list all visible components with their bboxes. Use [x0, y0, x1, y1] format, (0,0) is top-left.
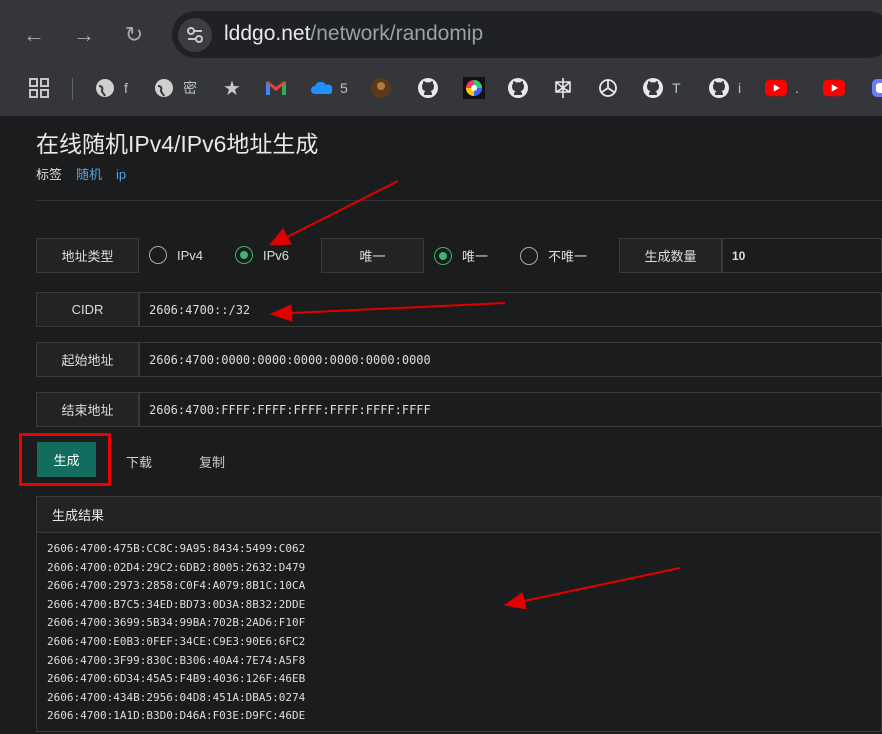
- radio-ipv6-indicator[interactable]: [235, 246, 253, 264]
- color-wheel-icon: [463, 77, 485, 99]
- gmail-icon: [265, 77, 287, 99]
- star-icon: ★: [223, 77, 241, 100]
- result-line: 2606:4700:6D34:45A5:F4B9:4036:126F:46EB: [47, 672, 306, 686]
- bookmark-item[interactable]: 密: [153, 76, 197, 100]
- result-line: 2606:4700:475B:CC8C:9A95:8434:5499:C062: [47, 542, 306, 555]
- bookmark-item[interactable]: ★: [221, 76, 243, 100]
- bookmark-label: f: [124, 80, 128, 96]
- bookmark-item[interactable]: [463, 76, 485, 100]
- page-content: 在线随机IPv4/IPv6地址生成 标签 随机 ip 地址类型 IPv4 IPv6 …: [0, 116, 882, 734]
- end-address-label: 结束地址: [36, 392, 139, 427]
- apps-grid-icon[interactable]: [28, 76, 50, 100]
- bookmark-item[interactable]: i: [708, 76, 741, 100]
- result-line: 2606:4700:E0B3:0FEF:34CE:C9E3:90E6:6FC2: [47, 634, 306, 648]
- radio-ipv4[interactable]: IPv4: [149, 246, 203, 264]
- app-icon: [868, 77, 882, 99]
- radio-not-unique[interactable]: 不唯一: [520, 246, 587, 265]
- radio-not-unique-indicator[interactable]: [520, 246, 538, 265]
- start-address-field[interactable]: 2606:4700:0000:0000:0000:0000:0000:0000: [139, 342, 882, 377]
- radio-ipv6[interactable]: IPv6: [235, 246, 289, 264]
- perplexity-icon: [552, 77, 574, 99]
- openai-icon: [597, 77, 619, 99]
- globe-icon: [94, 77, 116, 99]
- globe-icon: [153, 77, 175, 99]
- avatar-icon: [370, 77, 392, 99]
- results-panel: 生成结果 2606:4700:475B:CC8C:9A95:8434:5499:…: [36, 496, 882, 732]
- bookmark-item[interactable]: [370, 76, 392, 100]
- bookmark-label: 密: [183, 80, 197, 96]
- count-label: 生成数量: [619, 238, 722, 273]
- forward-arrow-icon[interactable]: →: [71, 22, 97, 48]
- result-line: 2606:4700:3699:5B34:99BA:702B:2AD6:F10F: [47, 616, 306, 630]
- radio-ipv6-label: IPv6: [263, 247, 290, 263]
- tags-label: 标签: [36, 167, 63, 182]
- radio-ipv4-indicator[interactable]: [149, 246, 167, 264]
- tag-link-random[interactable]: 随机: [76, 167, 102, 182]
- url-text: lddgo.net/network/randomip: [224, 22, 483, 46]
- onedrive-icon: [310, 77, 332, 99]
- radio-unique[interactable]: 唯一: [434, 246, 488, 265]
- tags-row: 标签 随机 ip: [36, 164, 126, 183]
- bookmark-item[interactable]: [507, 76, 529, 100]
- count-input[interactable]: 10: [722, 238, 882, 273]
- cidr-input[interactable]: 2606:4700::/32: [139, 292, 882, 327]
- radio-unique-label: 唯一: [462, 249, 489, 264]
- bookmark-item[interactable]: [265, 76, 287, 100]
- bookmark-item[interactable]: [597, 76, 619, 100]
- unique-label: 唯一: [321, 238, 424, 273]
- github-icon: [417, 77, 439, 99]
- youtube-icon: [823, 77, 845, 99]
- result-line: 2606:4700:B7C5:34ED:BD73:0D3A:8B32:2DDE: [47, 597, 306, 611]
- browser-chrome: ← → ↻ lddgo.net/network/randomip f 密 ★ 5…: [0, 0, 882, 116]
- bookmarks-divider: [72, 78, 73, 100]
- bookmark-item[interactable]: .: [765, 76, 799, 100]
- cidr-label: CIDR: [36, 292, 139, 327]
- result-line: 2606:4700:02D4:29C2:6DB2:8005:2632:D479: [47, 560, 306, 574]
- bookmarks-bar: f 密 ★ 5 T i .: [0, 68, 882, 108]
- github-icon: [507, 77, 529, 99]
- url-path: /network/randomip: [310, 22, 484, 45]
- result-line: 2606:4700:434B:2956:04D8:451A:DBA5:0274: [47, 690, 306, 704]
- address-type-label: 地址类型: [36, 238, 139, 273]
- bookmark-item[interactable]: 5: [310, 76, 348, 100]
- back-arrow-icon[interactable]: ←: [21, 22, 47, 48]
- end-address-field[interactable]: 2606:4700:FFFF:FFFF:FFFF:FFFF:FFFF:FFFF: [139, 392, 882, 427]
- tag-link-ip[interactable]: ip: [116, 167, 126, 182]
- copy-button[interactable]: 复制: [199, 452, 225, 471]
- radio-not-unique-label: 不唯一: [548, 249, 588, 264]
- bookmark-label: T: [672, 80, 681, 96]
- site-settings-icon[interactable]: [178, 18, 212, 52]
- url-host: lddgo.net: [224, 22, 311, 45]
- bookmark-item[interactable]: T: [642, 76, 681, 100]
- result-line: 2606:4700:2973:2858:C0F4:A079:8B1C:10CA: [47, 579, 306, 593]
- github-icon: [642, 77, 664, 99]
- bookmark-item[interactable]: [417, 76, 439, 100]
- results-title: 生成结果: [37, 497, 881, 533]
- youtube-icon: [765, 77, 787, 99]
- result-line: 2606:4700:1A1D:B3D0:D46A:F03E:D9FC:46DE: [47, 709, 306, 723]
- bookmark-label: .: [795, 80, 799, 96]
- download-button[interactable]: 下载: [126, 452, 152, 471]
- bookmark-item[interactable]: f: [94, 76, 128, 100]
- page-title: 在线随机IPv4/IPv6地址生成: [36, 131, 319, 157]
- bookmark-item[interactable]: [552, 76, 574, 100]
- results-list[interactable]: 2606:4700:475B:CC8C:9A95:8434:5499:C062 …: [37, 533, 881, 726]
- reload-icon[interactable]: ↻: [121, 22, 147, 48]
- generate-button[interactable]: 生成: [37, 442, 96, 477]
- bookmark-label: i: [738, 80, 742, 96]
- radio-unique-indicator[interactable]: [434, 246, 452, 265]
- divider: [36, 200, 882, 201]
- result-line: 2606:4700:3F99:830C:B306:40A4:7E74:A5F8: [47, 653, 306, 667]
- address-bar[interactable]: lddgo.net/network/randomip: [172, 11, 882, 58]
- bookmark-item-partial[interactable]: [868, 76, 882, 100]
- github-icon: [708, 77, 730, 99]
- bookmark-item[interactable]: [823, 76, 845, 100]
- start-address-label: 起始地址: [36, 342, 139, 377]
- bookmark-label: 5: [340, 80, 348, 96]
- radio-ipv4-label: IPv4: [177, 247, 204, 263]
